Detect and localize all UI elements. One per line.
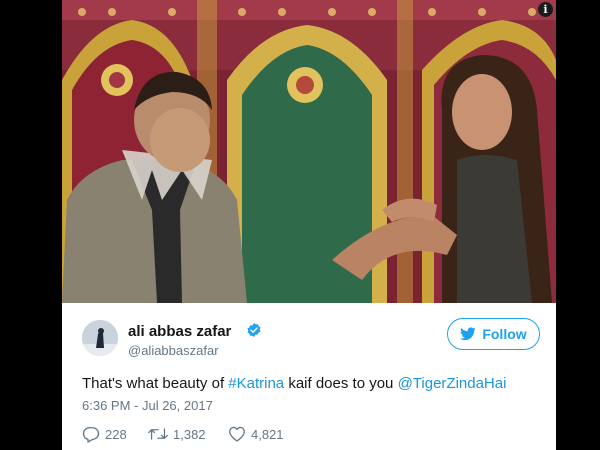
- twitter-bird-icon: [460, 327, 477, 341]
- author-handle[interactable]: @aliabbaszafar: [128, 343, 219, 358]
- avatar-image: [82, 320, 118, 356]
- follow-button[interactable]: Follow: [447, 318, 540, 350]
- like-icon: [229, 426, 245, 442]
- retweet-icon: [148, 428, 168, 440]
- info-icon[interactable]: i: [538, 2, 553, 17]
- author-name[interactable]: ali abbas zafar: [128, 323, 231, 340]
- tweet-card: i ali abbas zafar @aliabbaszafar Follow …: [62, 0, 556, 450]
- tweet-timestamp[interactable]: 6:36 PM - Jul 26, 2017: [82, 398, 213, 413]
- author-avatar[interactable]: [82, 320, 118, 356]
- hashtag-link[interactable]: #Katrina: [228, 375, 284, 392]
- photo-illustration: [62, 0, 556, 303]
- tweet-text: That's what beauty of #Katrina kaif does…: [82, 375, 546, 392]
- verified-icon: [247, 323, 261, 337]
- like-action[interactable]: 4,821: [228, 424, 284, 444]
- reply-icon: [82, 426, 100, 443]
- retweet-action[interactable]: 1,382: [148, 424, 206, 444]
- retweet-count: 1,382: [173, 426, 206, 442]
- tweet-text-intro: That's what beauty of: [82, 375, 229, 392]
- mention-link[interactable]: @TigerZindaHai: [398, 375, 507, 392]
- reply-action[interactable]: 228: [82, 424, 127, 444]
- like-count: 4,821: [251, 426, 284, 442]
- reply-count: 228: [105, 426, 127, 442]
- follow-label: Follow: [482, 326, 527, 342]
- tweet-photo[interactable]: i: [62, 0, 556, 303]
- tweet-text-middle: kaif does to you: [284, 375, 398, 392]
